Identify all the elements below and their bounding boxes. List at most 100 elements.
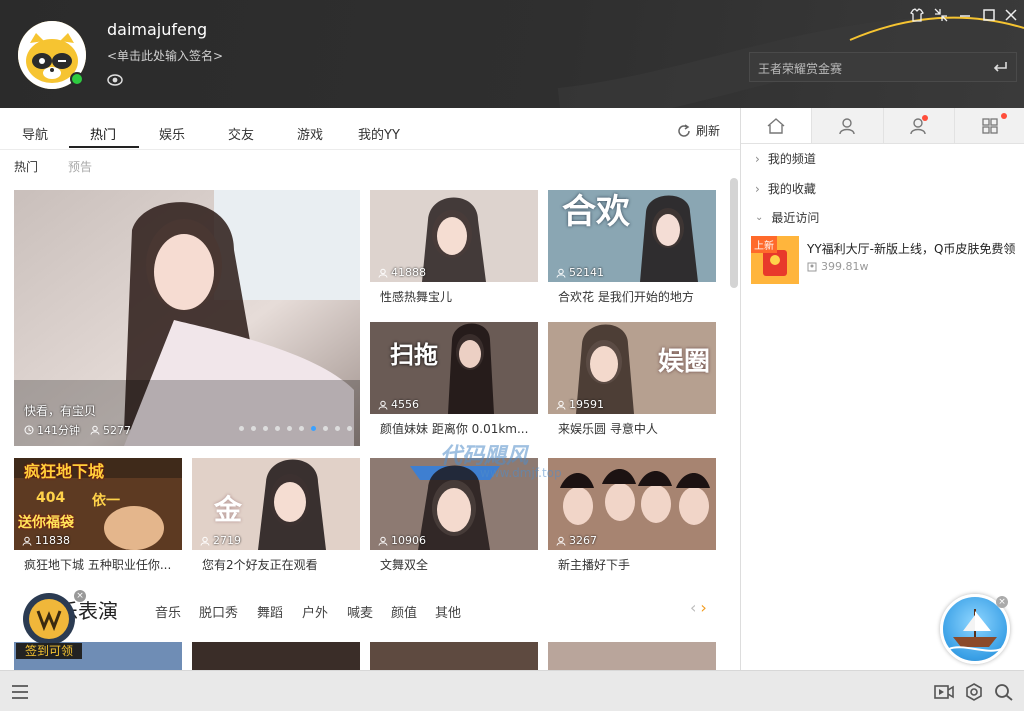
signature-input[interactable]: <单击此处输入签名> — [107, 47, 223, 64]
chevron-right-icon: › — [755, 181, 760, 196]
section-tag-mc[interactable]: 喊麦 — [347, 602, 373, 621]
carousel-dots — [239, 426, 352, 431]
close-button[interactable] — [1002, 6, 1020, 24]
scrollbar-thumb[interactable] — [730, 178, 738, 288]
section-tag-outdoor[interactable]: 户外 — [302, 602, 328, 621]
apps-grid-icon — [982, 117, 998, 134]
recent-visit-item[interactable]: 上新 YY福利大厅-新版上线，Q币皮肤免费领 399.81w — [751, 236, 1021, 288]
search-input[interactable]: 王者荣耀赏金赛 — [749, 52, 1017, 82]
live-card[interactable] — [548, 642, 716, 670]
close-icon[interactable]: × — [996, 596, 1008, 608]
tab-social[interactable]: 交友 — [228, 124, 254, 143]
live-card[interactable]: 合欢 52141 合欢花 是我们开始的地方 — [548, 190, 716, 310]
close-icon — [1005, 9, 1017, 21]
viewer-count: 10906 — [378, 534, 426, 547]
shrink-icon — [934, 8, 948, 22]
viewer-count: 2719 — [200, 534, 241, 547]
viewer-icon — [556, 268, 566, 278]
next-arrow-icon[interactable]: › — [700, 598, 706, 617]
carousel-dot[interactable] — [287, 426, 292, 431]
live-card[interactable] — [370, 642, 538, 670]
checkin-label: 签到可领 — [16, 643, 82, 659]
checkin-widget[interactable]: 签到可领 × — [16, 590, 86, 661]
settings-icon[interactable] — [964, 683, 984, 701]
tab-active-indicator — [69, 146, 139, 148]
checkin-medal-icon — [23, 593, 75, 645]
live-card[interactable] — [192, 642, 360, 670]
carousel-dot[interactable] — [335, 426, 340, 431]
carousel-dot[interactable] — [347, 426, 352, 431]
viewer-icon — [90, 425, 100, 435]
live-card[interactable]: 疯狂地下城 404 依一 送你福袋 11838 疯狂地下城 五种职业任你... — [14, 458, 182, 578]
notification-dot — [921, 115, 928, 121]
section-tag-dance[interactable]: 舞蹈 — [257, 602, 283, 621]
minimize-button[interactable] — [956, 6, 974, 24]
featured-banner[interactable]: 快看，有宝贝 141分钟 5277 — [14, 190, 360, 446]
eye-icon[interactable] — [107, 73, 123, 87]
section-tag-looks[interactable]: 颜值 — [391, 602, 417, 621]
card-overlay-text: 合欢 — [562, 192, 630, 232]
chevron-right-icon: › — [755, 151, 760, 166]
side-tab-home[interactable] — [741, 108, 813, 143]
watermark-url: www.dmjf.top — [480, 466, 562, 480]
tab-my-yy[interactable]: 我的YY — [358, 124, 400, 143]
side-tab-apps[interactable] — [955, 108, 1024, 143]
card-title: 颜值妹妹 距离你 0.01km... — [380, 422, 529, 436]
maximize-button[interactable] — [980, 6, 998, 24]
live-card[interactable]: 扫拖 4556 颜值妹妹 距离你 0.01km... — [370, 322, 538, 442]
enter-icon[interactable] — [992, 60, 1008, 74]
menu-icon[interactable] — [10, 683, 30, 701]
video-icon[interactable] — [934, 683, 954, 701]
section-tag-music[interactable]: 音乐 — [155, 602, 181, 621]
carousel-dot[interactable] — [263, 426, 268, 431]
carousel-dot[interactable] — [239, 426, 244, 431]
viewer-count-value: 4556 — [391, 398, 419, 411]
carousel-dot[interactable] — [323, 426, 328, 431]
recent-meta: 399.81w — [807, 260, 869, 273]
banner-viewers: 5277 — [103, 423, 131, 437]
side-row-my-channels[interactable]: › 我的频道 — [755, 150, 816, 167]
carousel-dot[interactable] — [311, 426, 316, 431]
close-icon[interactable]: × — [74, 590, 86, 602]
search-icon[interactable] — [994, 683, 1014, 701]
tab-entertainment[interactable]: 娱乐 — [159, 124, 185, 143]
live-card[interactable]: 41888 性感热舞宝儿 — [370, 190, 538, 310]
card-overlay-text: 疯狂地下城 — [24, 462, 105, 481]
notification-dot — [1000, 113, 1007, 119]
side-row-label: 我的收藏 — [767, 182, 816, 196]
subtab-hot[interactable]: 热门 — [14, 158, 38, 175]
maximize-icon — [983, 9, 995, 21]
tab-games[interactable]: 游戏 — [297, 124, 323, 143]
section-tag-talkshow[interactable]: 脱口秀 — [199, 602, 238, 621]
subtab-preview[interactable]: 预告 — [68, 158, 92, 175]
banner-caption: 快看，有宝贝 — [24, 404, 97, 418]
live-card[interactable]: 3267 新主播好下手 — [548, 458, 716, 578]
carousel-dot[interactable] — [275, 426, 280, 431]
recent-viewers: 399.81w — [821, 260, 869, 273]
refresh-button[interactable]: 刷新 — [676, 122, 720, 139]
viewer-icon — [200, 536, 210, 546]
card-overlay-text: 金 — [214, 493, 243, 526]
live-card[interactable]: 金 2719 您有2个好友正在观看 — [192, 458, 360, 578]
online-status-dot — [70, 72, 84, 86]
viewer-icon — [22, 536, 32, 546]
side-row-my-favorites[interactable]: › 我的收藏 — [755, 180, 816, 197]
card-title: 来娱乐圆 寻意中人 — [558, 422, 658, 436]
viewer-count: 41888 — [378, 266, 426, 279]
live-card[interactable]: 娱圈 19591 来娱乐圆 寻意中人 — [548, 322, 716, 442]
side-tab-contacts[interactable] — [812, 108, 884, 143]
refresh-label: 刷新 — [695, 124, 720, 138]
banner-duration: 141分钟 — [37, 424, 80, 437]
tab-hot[interactable]: 热门 — [90, 124, 116, 143]
section-tag-other[interactable]: 其他 — [435, 602, 461, 621]
viewer-count: 52141 — [556, 266, 604, 279]
prev-arrow-icon[interactable]: ‹ — [690, 598, 696, 617]
skin-button[interactable] — [908, 6, 926, 24]
side-tab-friends[interactable] — [884, 108, 955, 143]
compact-mode-button[interactable] — [932, 6, 950, 24]
username[interactable]: daimajufeng — [107, 20, 207, 39]
tab-nav[interactable]: 导航 — [22, 124, 48, 143]
side-row-recent[interactable]: ⌄ 最近访问 — [755, 209, 819, 226]
carousel-dot[interactable] — [299, 426, 304, 431]
carousel-dot[interactable] — [251, 426, 256, 431]
